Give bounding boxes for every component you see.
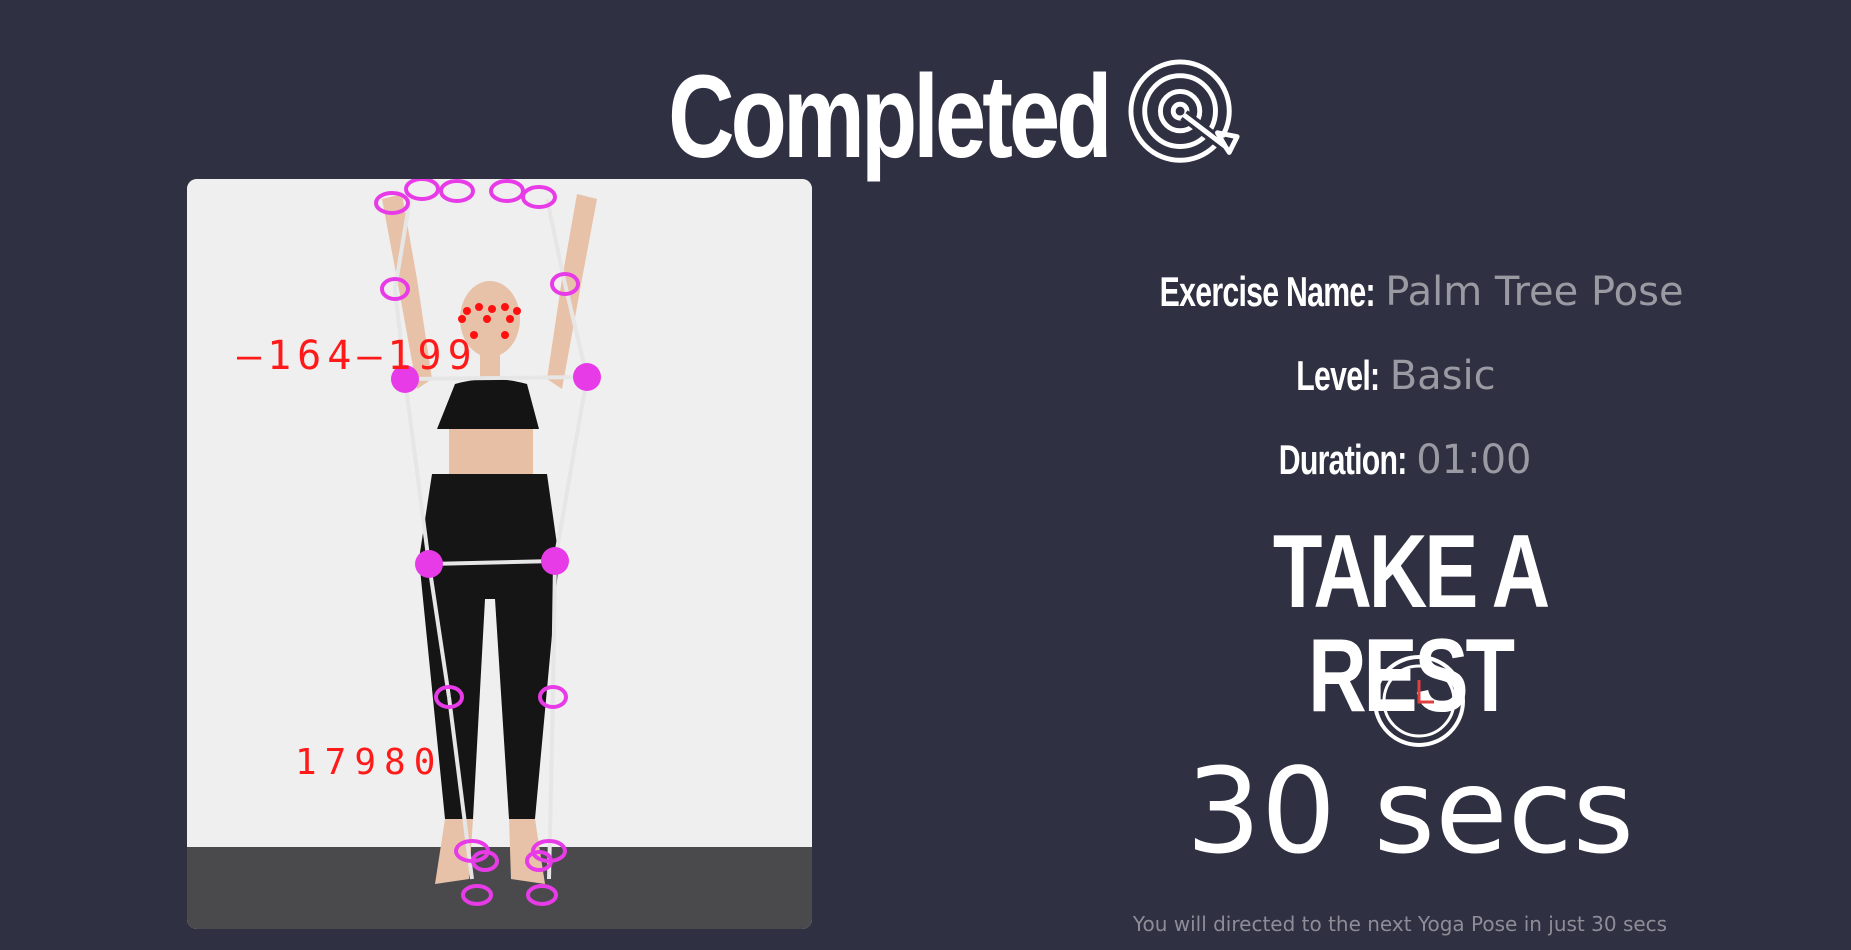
clock-icon bbox=[1373, 655, 1465, 747]
exercise-name-value: Palm Tree Pose bbox=[1385, 269, 1684, 315]
page-title: Completed bbox=[668, 51, 1112, 183]
yoga-mat bbox=[187, 847, 812, 929]
level-label: Level: bbox=[1296, 352, 1381, 399]
pose-skeleton-overlay: —164—199 17980 bbox=[187, 179, 812, 929]
next-pose-note: You will directed to the next Yoga Pose … bbox=[1132, 912, 1668, 936]
exercise-name-label: Exercise Name: bbox=[1160, 268, 1376, 315]
target-icon bbox=[1128, 59, 1240, 163]
duration-row: Duration: 01:00 bbox=[1110, 418, 1710, 502]
exercise-details: Exercise Name: Palm Tree Pose Level: Bas… bbox=[1110, 250, 1710, 502]
level-row: Level: Basic bbox=[1110, 334, 1710, 418]
pose-detection-image: —164—199 17980 bbox=[187, 179, 812, 929]
knee-angle-label: 17980 bbox=[295, 742, 443, 783]
header: Completed bbox=[0, 52, 1851, 182]
rest-countdown: 30 secs bbox=[1185, 742, 1635, 880]
duration-label: Duration: bbox=[1278, 436, 1407, 483]
level-value: Basic bbox=[1389, 353, 1496, 399]
exercise-name-row: Exercise Name: Palm Tree Pose bbox=[1110, 250, 1710, 334]
shoulder-angle-label: —164—199 bbox=[237, 333, 478, 379]
duration-value: 01:00 bbox=[1416, 437, 1532, 483]
